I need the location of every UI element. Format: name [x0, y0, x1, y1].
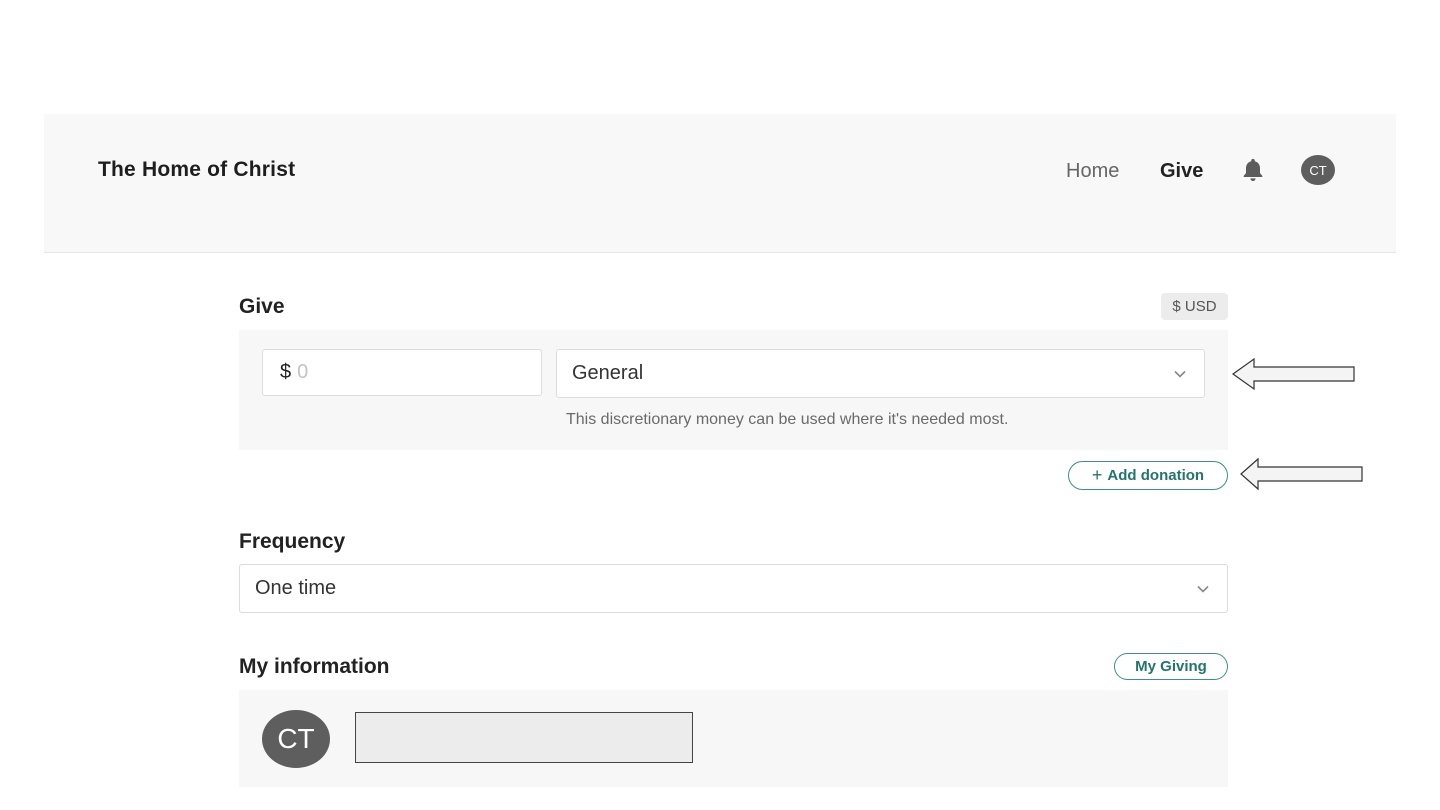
amount-input[interactable] — [297, 361, 498, 384]
chevron-down-icon — [1197, 585, 1209, 593]
frequency-title: Frequency — [239, 530, 346, 553]
redacted-user-details — [355, 712, 693, 763]
site-header: The Home of Christ Home Give CT — [44, 114, 1396, 253]
chevron-down-icon — [1174, 370, 1186, 378]
fund-select[interactable]: General — [556, 349, 1205, 398]
add-donation-button[interactable]: + Add donation — [1068, 461, 1228, 490]
fund-description: This discretionary money can be used whe… — [566, 411, 1009, 428]
fund-select-value: General — [572, 362, 644, 384]
give-page: The Home of Christ Home Give CT Give $ U… — [0, 0, 1440, 810]
my-information-title: My information — [239, 655, 390, 678]
site-brand[interactable]: The Home of Christ — [98, 158, 295, 182]
plus-icon: + — [1091, 465, 1103, 485]
user-avatar[interactable]: CT — [1301, 155, 1335, 185]
dollar-symbol: $ — [280, 361, 292, 383]
bell-icon[interactable] — [1239, 156, 1267, 184]
user-info-panel: CT — [239, 690, 1228, 787]
currency-badge[interactable]: $ USD — [1161, 293, 1228, 320]
frequency-select[interactable]: One time — [239, 564, 1228, 613]
left-arrow-icon — [1240, 457, 1363, 491]
nav-give-link[interactable]: Give — [1160, 160, 1203, 183]
my-giving-button[interactable]: My Giving — [1114, 653, 1228, 680]
frequency-select-value: One time — [255, 577, 337, 599]
left-arrow-icon — [1232, 357, 1355, 391]
profile-avatar: CT — [262, 710, 330, 768]
give-section-title: Give — [239, 295, 285, 318]
nav-home-link[interactable]: Home — [1066, 160, 1119, 183]
amount-field[interactable]: $ — [262, 349, 542, 396]
donation-panel: $ General This discretionary money can b… — [239, 330, 1228, 450]
add-donation-label: Add donation — [1107, 467, 1205, 484]
